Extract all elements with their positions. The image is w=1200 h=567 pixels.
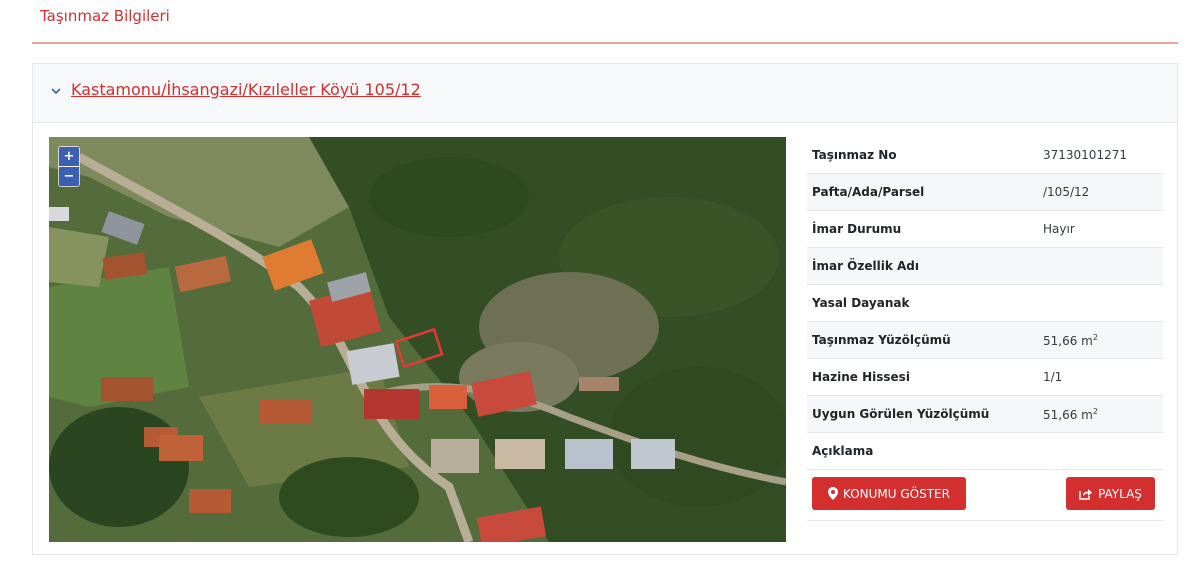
share-button[interactable]: PAYLAŞ: [1066, 477, 1155, 510]
share-icon: [1079, 488, 1093, 500]
info-label: Hazine Hissesi: [812, 370, 910, 384]
info-label: İmar Özellik Adı: [812, 259, 919, 273]
zoom-in-button[interactable]: +: [59, 147, 79, 166]
parcel-title-link[interactable]: Kastamonu/İhsangazi/Kızıleller Köyü 105/…: [71, 80, 421, 99]
parcel-card: Kastamonu/İhsangazi/Kızıleller Köyü 105/…: [32, 63, 1178, 555]
info-value: 51,66 m2: [1043, 407, 1098, 422]
info-value: 37130101271: [1043, 148, 1127, 162]
chevron-down-icon[interactable]: [49, 84, 63, 98]
info-row-tasinmaz-yuzolcumu: Taşınmaz Yüzölçümü 51,66 m2: [807, 322, 1163, 359]
info-label: Taşınmaz Yüzölçümü: [812, 333, 951, 347]
info-row-yasal-dayanak: Yasal Dayanak: [807, 285, 1163, 322]
map-marker-icon: [828, 487, 838, 500]
info-row-tasinmaz-no: Taşınmaz No 37130101271: [807, 137, 1163, 174]
area-value: 51,66 m: [1043, 408, 1093, 422]
info-value: /105/12: [1043, 185, 1090, 199]
info-value: 51,66 m2: [1043, 333, 1098, 348]
parcel-info-table: Taşınmaz No 37130101271 Pafta/Ada/Parsel…: [807, 137, 1163, 521]
info-row-imar-durumu: İmar Durumu Hayır: [807, 211, 1163, 248]
share-label: PAYLAŞ: [1098, 486, 1142, 501]
action-bar: KONUMU GÖSTER PAYLAŞ: [807, 470, 1163, 521]
info-value: Hayır: [1043, 222, 1075, 236]
parcel-card-header[interactable]: Kastamonu/İhsangazi/Kızıleller Köyü 105/…: [33, 64, 1177, 123]
show-location-label: KONUMU GÖSTER: [843, 486, 950, 501]
show-location-button[interactable]: KONUMU GÖSTER: [812, 477, 966, 510]
area-value: 51,66 m: [1043, 334, 1093, 348]
info-label: Açıklama: [812, 444, 874, 458]
satellite-map[interactable]: + −: [49, 137, 786, 542]
info-row-aciklama: Açıklama: [807, 433, 1163, 470]
info-label: Taşınmaz No: [812, 148, 897, 162]
page-header: Taşınmaz Bilgileri: [32, 0, 1178, 44]
info-label: Pafta/Ada/Parsel: [812, 185, 925, 199]
info-label: Yasal Dayanak: [812, 296, 910, 310]
info-label: Uygun Görülen Yüzölçümü: [812, 407, 990, 421]
info-label: İmar Durumu: [812, 222, 902, 236]
zoom-control: + −: [58, 146, 80, 187]
satellite-imagery: [49, 137, 786, 542]
info-row-imar-ozellik-adi: İmar Özellik Adı: [807, 248, 1163, 285]
info-row-pafta-ada-parsel: Pafta/Ada/Parsel /105/12: [807, 174, 1163, 211]
page-title: Taşınmaz Bilgileri: [40, 7, 170, 25]
area-unit-superscript: 2: [1092, 407, 1098, 416]
area-unit-superscript: 2: [1092, 333, 1098, 342]
zoom-out-button[interactable]: −: [59, 166, 79, 186]
info-value: 1/1: [1043, 370, 1063, 384]
info-row-uygun-gorulen-yuzolcumu: Uygun Görülen Yüzölçümü 51,66 m2: [807, 396, 1163, 433]
info-row-hazine-hissesi: Hazine Hissesi 1/1: [807, 359, 1163, 396]
